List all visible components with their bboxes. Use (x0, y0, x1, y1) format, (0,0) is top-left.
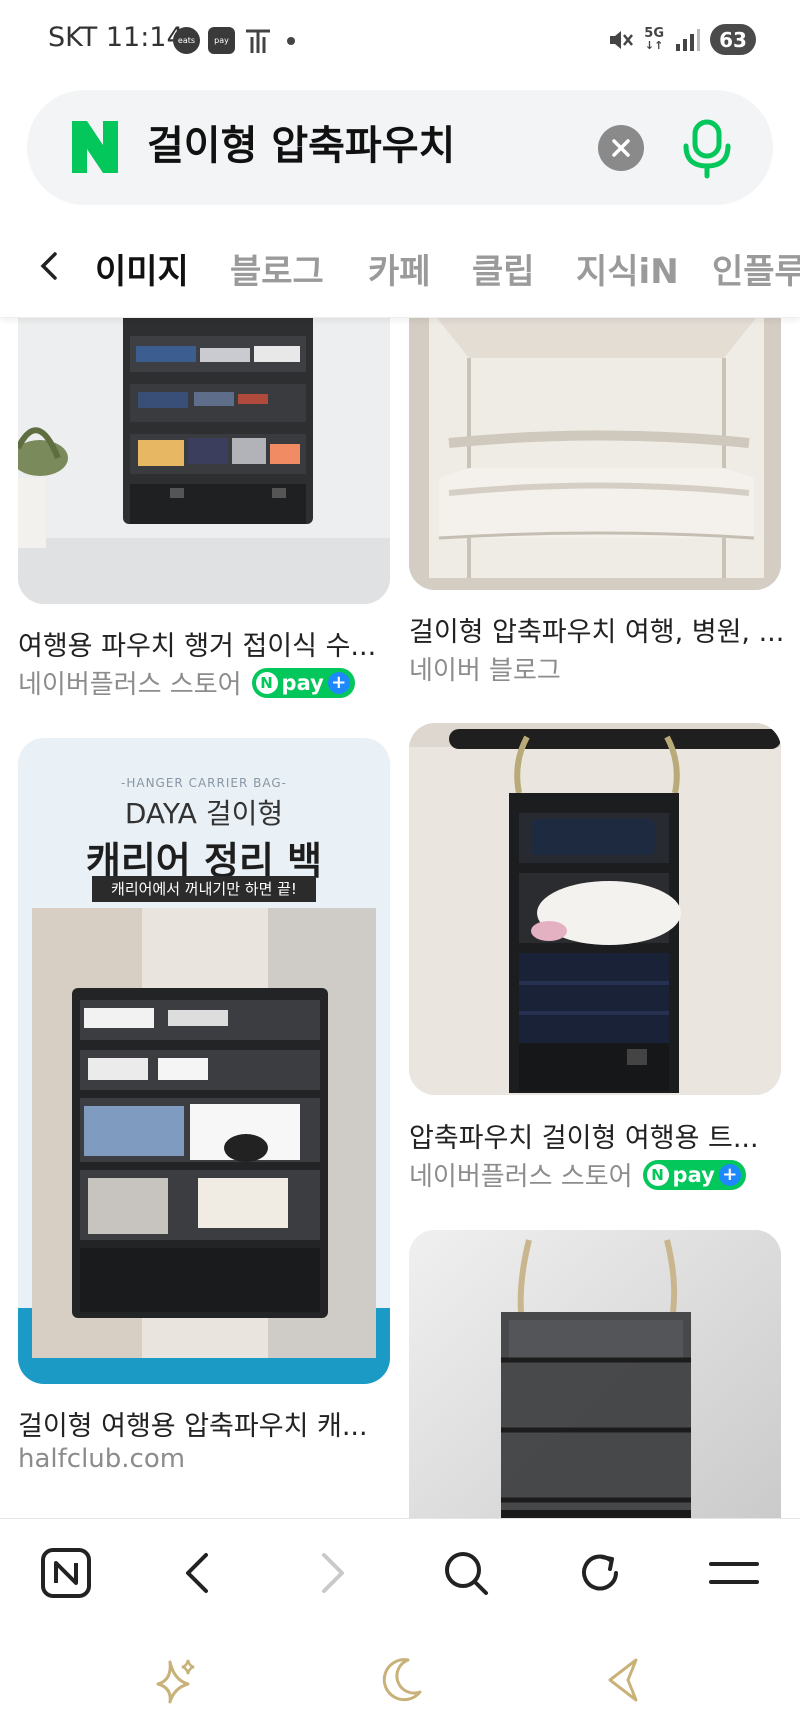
naver-home-button[interactable] (36, 1543, 96, 1603)
npay-label: pay (672, 1162, 715, 1187)
banner-subline: 캐리어에서 꺼내기만 하면 끝! (92, 876, 316, 902)
result-source[interactable]: 네이버 블로그 (409, 650, 561, 687)
tab-kin[interactable]: 지식iN (576, 244, 679, 293)
naver-logo-icon[interactable] (70, 119, 120, 175)
npay-n-icon: N (646, 1163, 669, 1186)
result-source[interactable]: 네이버플러스 스토어 N pay + (409, 1156, 746, 1193)
time-label: 11:14 (105, 22, 184, 53)
tab-clip[interactable]: 클립 (472, 244, 535, 293)
browser-bottom-nav (0, 1518, 800, 1624)
sparkle-icon[interactable] (150, 1654, 202, 1706)
pay-app-label: pay (214, 36, 229, 45)
back-button[interactable] (168, 1543, 228, 1603)
pay-app-icon: pay (208, 27, 235, 54)
refresh-icon (582, 1554, 618, 1591)
npay-badge: N pay + (642, 1159, 746, 1190)
back-triangle-icon[interactable] (598, 1654, 650, 1706)
npay-badge: N pay + (251, 667, 355, 698)
result-caption[interactable]: 걸이형 여행용 압축파우치 캐... (18, 1404, 368, 1443)
search-box[interactable]: 걸이형 압축파우치 (27, 90, 773, 205)
npay-label: pay (281, 670, 324, 695)
source-label: halfclub.com (18, 1444, 186, 1474)
hanging-organizer-image (18, 318, 390, 604)
plus-icon: + (327, 671, 350, 694)
network-icon: 5G ↓↑ (644, 25, 664, 52)
result-source[interactable]: 네이버플러스 스토어 N pay + (18, 664, 355, 701)
forward-icon (322, 1553, 344, 1593)
vertical-tabs: 이미지 블로그 카페 클립 지식iN 인플루 (0, 222, 800, 318)
banner-eyebrow: -HANGER CARRIER BAG- (121, 776, 287, 790)
carrier-label: SKT (48, 22, 98, 53)
result-thumbnail-1[interactable] (18, 318, 390, 604)
result-source[interactable]: halfclub.com (18, 1444, 185, 1474)
coupang-eats-icon: eats (173, 27, 200, 54)
status-bar: SKT 11:14 eats pay 5G ↓↑ 63 (0, 0, 800, 80)
menu-button[interactable] (704, 1543, 764, 1603)
tab-influencer[interactable]: 인플루 (712, 244, 800, 293)
result-caption[interactable]: 걸이형 압축파우치 여행, 병원, ... (409, 610, 784, 649)
signal-icon (676, 28, 700, 51)
system-nav-bar (0, 1624, 800, 1734)
search-button[interactable] (436, 1543, 496, 1603)
forward-button[interactable] (302, 1543, 362, 1603)
banner-brand: DAYA 걸이형 (124, 797, 284, 830)
tab-cafe[interactable]: 카페 (368, 244, 431, 293)
clear-button[interactable] (598, 125, 644, 171)
tab-blog[interactable]: 블로그 (230, 244, 324, 293)
result-thumbnail-4[interactable] (409, 723, 781, 1095)
refresh-button[interactable] (570, 1543, 630, 1603)
source-label: 네이버플러스 스토어 (409, 1162, 633, 1192)
moon-icon[interactable] (374, 1654, 426, 1706)
hanging-organizer-image (409, 1230, 781, 1518)
source-label: 네이버 블로그 (409, 656, 561, 686)
npay-n-icon: N (255, 671, 278, 694)
back-icon (186, 1553, 208, 1593)
naver-home-icon (41, 1548, 91, 1598)
mic-icon[interactable] (677, 116, 737, 180)
network-label: 5G (644, 25, 664, 41)
plus-icon: + (718, 1163, 741, 1186)
search-icon (445, 1552, 488, 1595)
mute-icon (610, 30, 634, 49)
dot-icon (287, 37, 295, 45)
battery-level: 63 (719, 27, 747, 52)
t-icon (243, 27, 273, 55)
result-caption[interactable]: 압축파우치 걸이형 여행용 트... (409, 1116, 759, 1155)
hanging-organizer-image (409, 318, 781, 590)
coupang-label: eats (177, 36, 196, 45)
close-icon (612, 139, 630, 157)
image-results: 여행용 파우치 행거 접이식 수... 네이버플러스 스토어 N pay + 걸… (0, 318, 800, 1518)
result-caption[interactable]: 여행용 파우치 행거 접이식 수... (18, 624, 376, 663)
status-carrier-time: SKT 11:14 (48, 22, 184, 53)
battery-indicator: 63 (710, 24, 756, 55)
hanging-organizer-image (409, 723, 781, 1095)
source-label: 네이버플러스 스토어 (18, 670, 242, 700)
result-thumbnail-2[interactable] (409, 318, 781, 590)
result-thumbnail-3[interactable]: -HANGER CARRIER BAG- DAYA 걸이형 캐리어 정리 백 캐… (18, 738, 390, 1384)
tab-image[interactable]: 이미지 (95, 244, 189, 293)
search-input[interactable]: 걸이형 압축파우치 (147, 114, 455, 178)
result-thumbnail-5[interactable] (409, 1230, 781, 1518)
menu-icon (709, 1562, 759, 1584)
chevron-left-icon[interactable] (30, 246, 70, 286)
